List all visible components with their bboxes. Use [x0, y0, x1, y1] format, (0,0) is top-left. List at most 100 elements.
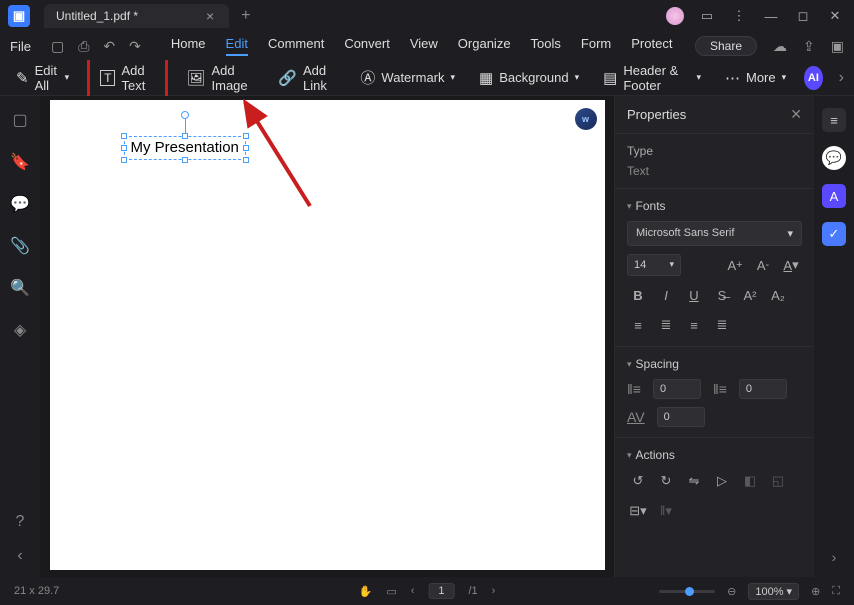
new-tab-button[interactable]: + [241, 7, 250, 25]
zoom-out-icon[interactable]: ⊖ [727, 585, 736, 598]
ai-button[interactable]: AI [804, 66, 823, 90]
page-number-input[interactable] [428, 583, 454, 599]
ai-check-icon[interactable]: ✓ [822, 222, 846, 246]
resize-handle-bl[interactable] [121, 157, 127, 163]
subscript-icon[interactable]: A₂ [767, 284, 789, 306]
menu-tools[interactable]: Tools [531, 36, 561, 56]
close-panel-icon[interactable]: ✕ [790, 106, 802, 123]
layers-icon[interactable]: ◈ [14, 320, 26, 340]
save-icon[interactable]: ▣ [831, 38, 844, 55]
bold-icon[interactable]: B [627, 284, 649, 306]
more-button[interactable]: ⋯ More ▾ [719, 65, 792, 91]
underline-icon[interactable]: U [683, 284, 705, 306]
collapse-right-icon[interactable]: › [832, 549, 837, 565]
font-color-icon[interactable]: A▾ [780, 254, 802, 276]
flip-v-icon[interactable]: ▷ [711, 470, 733, 492]
text-box-selection[interactable]: My Presentation [124, 136, 246, 160]
align-objects-icon[interactable]: ⊟▾ [627, 500, 649, 522]
open-icon[interactable]: ▢ [47, 38, 68, 55]
share-button[interactable]: Share [695, 36, 757, 56]
zoom-slider[interactable] [659, 590, 715, 593]
spacing-header[interactable]: Spacing [627, 357, 802, 371]
increase-size-icon[interactable]: A+ [724, 254, 746, 276]
add-text-button[interactable]: T Add Text [87, 56, 168, 100]
italic-icon[interactable]: I [655, 284, 677, 306]
bookmark-icon[interactable]: 🔖 [10, 152, 30, 172]
fonts-header[interactable]: Fonts [627, 199, 802, 213]
background-button[interactable]: ▦ Background ▾ [473, 65, 585, 91]
zoom-in-icon[interactable]: ⊕ [811, 585, 820, 598]
char-spacing-input[interactable] [657, 407, 705, 427]
upload-icon[interactable]: ⇪ [803, 38, 815, 55]
menu-comment[interactable]: Comment [268, 36, 324, 56]
rotate-handle[interactable] [181, 111, 189, 119]
cloud-icon[interactable]: ☁ [773, 38, 787, 55]
menu-form[interactable]: Form [581, 36, 611, 56]
help-icon[interactable]: ? [16, 513, 25, 531]
distribute-icon[interactable]: ‖▾ [655, 500, 677, 522]
print-icon[interactable]: ⎙ [74, 38, 93, 55]
text-content[interactable]: My Presentation [131, 139, 239, 156]
expand-right-icon[interactable]: › [839, 69, 844, 87]
menu-protect[interactable]: Protect [631, 36, 672, 56]
next-page-icon[interactable]: › [492, 585, 496, 597]
zoom-thumb[interactable] [685, 587, 694, 596]
crop-icon[interactable]: ◧ [739, 470, 761, 492]
rotate-right-icon[interactable]: ↻ [655, 470, 677, 492]
decrease-size-icon[interactable]: A- [752, 254, 774, 276]
thumbnails-icon[interactable]: ▢ [12, 110, 27, 130]
menu-edit[interactable]: Edit [226, 36, 248, 56]
menu-convert[interactable]: Convert [344, 36, 390, 56]
align-center-icon[interactable]: ≣ [655, 314, 677, 336]
hand-tool-icon[interactable]: ✋ [359, 585, 373, 598]
align-justify-icon[interactable]: ≣ [711, 314, 733, 336]
attachment-icon[interactable]: 📎 [10, 236, 30, 256]
para-spacing-input[interactable] [739, 379, 787, 399]
resize-handle-tr[interactable] [243, 133, 249, 139]
search-icon[interactable]: 🔍 [10, 278, 30, 298]
ai-chat-icon[interactable]: 💬 [822, 146, 846, 170]
resize-handle-tl[interactable] [121, 133, 127, 139]
window-feedback-icon[interactable]: ▭ [698, 8, 716, 24]
flip-h-icon[interactable]: ⇋ [683, 470, 705, 492]
line-spacing-input[interactable] [653, 379, 701, 399]
font-family-select[interactable]: Microsoft Sans Serif ▾ [627, 221, 802, 246]
collapse-left-icon[interactable]: ‹ [17, 547, 22, 565]
resize-handle-b[interactable] [182, 157, 188, 163]
add-image-button[interactable]: 🖼 Add Image [180, 59, 260, 97]
app-logo-icon[interactable]: ▣ [8, 5, 30, 27]
edit-all-button[interactable]: ✎ Edit All ▾ [10, 59, 75, 97]
settings-sliders-icon[interactable]: ≡ [822, 108, 846, 132]
prev-page-icon[interactable]: ‹ [411, 585, 415, 597]
document-tab[interactable]: Untitled_1.pdf * × [44, 4, 229, 28]
menu-organize[interactable]: Organize [458, 36, 511, 56]
add-link-button[interactable]: 🔗 Add Link [272, 59, 342, 97]
zoom-value[interactable]: 100% ▾ [748, 583, 799, 600]
window-menu-icon[interactable]: ⋮ [730, 8, 748, 24]
select-tool-icon[interactable]: ▭ [386, 585, 396, 598]
strikethrough-icon[interactable]: S̶ [711, 284, 733, 306]
comment-list-icon[interactable]: 💬 [10, 194, 30, 214]
pdf-page[interactable]: w My Presentation [50, 100, 605, 570]
rotate-left-icon[interactable]: ↺ [627, 470, 649, 492]
replace-icon[interactable]: ◱ [767, 470, 789, 492]
menu-view[interactable]: View [410, 36, 438, 56]
minimize-button[interactable]: — [762, 9, 780, 24]
ai-doc-icon[interactable]: A [822, 184, 846, 208]
redo-icon[interactable]: ↷ [125, 38, 145, 55]
resize-handle-br[interactable] [243, 157, 249, 163]
undo-icon[interactable]: ↶ [99, 38, 119, 55]
resize-handle-l[interactable] [121, 145, 127, 151]
fit-screen-icon[interactable]: ⛶ [832, 585, 840, 598]
menu-file[interactable]: File [10, 39, 31, 54]
canvas-area[interactable]: w My Presentation [40, 96, 614, 577]
superscript-icon[interactable]: A² [739, 284, 761, 306]
header-footer-button[interactable]: ▤ Header & Footer ▾ [597, 59, 707, 97]
align-left-icon[interactable]: ≡ [627, 314, 649, 336]
resize-handle-t[interactable] [182, 133, 188, 139]
actions-header[interactable]: Actions [627, 448, 802, 462]
align-right-icon[interactable]: ≡ [683, 314, 705, 336]
maximize-button[interactable]: ◻ [794, 8, 812, 24]
menu-home[interactable]: Home [171, 36, 206, 56]
close-window-button[interactable]: ✕ [826, 8, 844, 24]
